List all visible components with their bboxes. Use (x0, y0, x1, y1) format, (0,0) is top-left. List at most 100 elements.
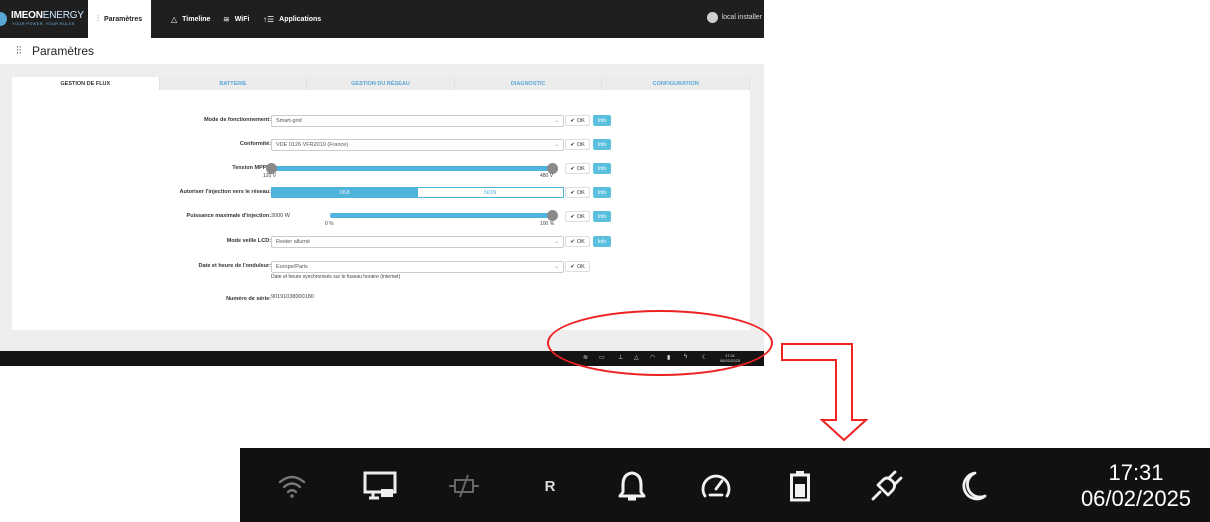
row-conformite: Conformité: VDE 0126 VFR2019 (France) ⌄ ✔… (12, 139, 750, 153)
nav-tab-label: Paramètres (104, 15, 143, 23)
check-icon: ✔ (570, 213, 575, 220)
ok-button[interactable]: ✔ OK (565, 163, 590, 174)
info-button[interactable]: Info (593, 115, 611, 126)
timezone-select[interactable]: Europe/Paris ⌄ (271, 261, 564, 273)
nav-tab-applications[interactable]: ↑☰ Applications (263, 0, 321, 38)
puissance-slider-track[interactable] (330, 213, 552, 218)
avatar (706, 12, 718, 23)
bell-icon: △ (171, 14, 178, 24)
injection-non-button[interactable]: NON (417, 188, 563, 197)
logo-mark-icon (0, 12, 7, 26)
info-label: Info (597, 189, 607, 196)
tab-diagnostic[interactable]: DIAGNOSTIC (454, 77, 603, 90)
select-value: Rester allumé (276, 239, 310, 245)
tab-batterie[interactable]: BATTERIE (159, 77, 308, 90)
apps-icon: ↑☰ (263, 14, 275, 24)
logo-name: IMEON (11, 10, 43, 21)
mode-select[interactable]: Smart-grid ⌄ (271, 115, 564, 127)
field-label: Date et heure de l'onduleur: (198, 263, 271, 269)
nav-tab-parametres[interactable]: ⫶ Paramètres (88, 0, 152, 38)
info-label: Info (597, 141, 607, 148)
ok-label: OK (576, 165, 585, 172)
tab-gestion-de-flux[interactable]: GESTION DE FLUX (12, 77, 160, 90)
select-value: VDE 0126 VFR2019 (France) (276, 142, 349, 148)
nav-tab-timeline[interactable]: △ Timeline (171, 0, 210, 38)
settings-tabs: GESTION DE FLUX BATTERIE GESTION DU RÉSE… (12, 77, 750, 90)
nav-tab-wifi[interactable]: ≋ WiFi (223, 0, 249, 38)
info-button[interactable]: Info (593, 187, 611, 198)
field-label: Conformité: (239, 141, 271, 147)
highlight-ellipse (547, 310, 773, 376)
field-label: Autoriser l'injection vers le réseau: (179, 189, 271, 195)
ok-label: OK (576, 238, 585, 245)
ok-button[interactable]: ✔ OK (565, 187, 590, 198)
sliders-icon: ⫶ (97, 14, 99, 23)
select-value: Smart-grid (276, 118, 302, 124)
ok-button[interactable]: ✔ OK (565, 211, 590, 222)
info-button[interactable]: Info (593, 236, 611, 247)
injection-oui-button[interactable]: OUI (272, 188, 418, 197)
check-icon: ✔ (570, 117, 575, 124)
clock-time: 17:31 (1108, 460, 1164, 485)
mppt-slider-track[interactable] (271, 166, 551, 171)
clock-date: 06/02/2025 (1080, 486, 1192, 511)
row-date: Date et heure de l'onduleur: Europe/Pari… (12, 261, 750, 280)
info-button[interactable]: Info (593, 139, 611, 150)
chevron-down-icon: ⌄ (553, 142, 559, 148)
conformite-select[interactable]: VDE 0126 VFR2019 (France) ⌄ (271, 139, 564, 151)
plug-icon (866, 470, 906, 502)
settings-panel: Mode de fonctionnement: Smart-grid ⌄ ✔ OK … (12, 90, 750, 330)
moon-icon (952, 470, 992, 502)
gauge-icon (696, 470, 736, 502)
page-header: ⫶⫶ Paramètres (0, 38, 764, 64)
taskbar-clock: 17:31 06/02/2025 (1066, 460, 1206, 512)
puissance-max-label: 100 % (540, 221, 555, 227)
ok-button[interactable]: ✔ OK (565, 236, 590, 247)
row-mppt: Tension MPPT: 120 V 480 V ✔ OK Info (12, 163, 750, 179)
monitor-icon (360, 470, 400, 502)
puissance-value: 3000 W (271, 213, 290, 219)
info-button[interactable]: Info (593, 163, 611, 174)
serial-number: 90191038000180 (271, 294, 314, 300)
lcd-select[interactable]: Rester allumé ⌄ (271, 236, 564, 248)
user-menu[interactable]: local installer (706, 12, 762, 23)
puissance-min-label: 0 % (325, 221, 334, 227)
relay-icon (444, 470, 484, 502)
wifi-icon (272, 470, 312, 502)
device-taskbar-zoomed: R 17:31 06/02/2025 (240, 448, 1210, 522)
ok-label: OK (576, 117, 585, 124)
info-label: Info (597, 238, 607, 245)
chevron-down-icon: ⌄ (553, 264, 559, 270)
row-puissance: Puissance maximale d'injection: 3000 W 0… (12, 210, 750, 227)
injection-toggle: OUI NON (271, 187, 564, 198)
date-note: Date et heure synchronisés sur le fuseau… (271, 274, 401, 280)
ok-button[interactable]: ✔ OK (565, 139, 590, 150)
logo-tagline: YOUR POWER, YOUR RULES (12, 21, 75, 26)
chevron-down-icon: ⌄ (553, 239, 559, 245)
row-serie: Numéro de série: 90191038000180 (12, 294, 750, 308)
r-icon: R (530, 470, 570, 502)
info-button[interactable]: Info (593, 211, 611, 222)
check-icon: ✔ (570, 141, 575, 148)
check-icon: ✔ (570, 238, 575, 245)
tab-configuration[interactable]: CONFIGURATION (602, 77, 750, 90)
ok-label: OK (576, 189, 585, 196)
tab-gestion-du-reseau[interactable]: GESTION DU RÉSEAU (307, 77, 455, 90)
row-mode: Mode de fonctionnement: Smart-grid ⌄ ✔ OK … (12, 115, 750, 129)
ok-label: OK (576, 141, 585, 148)
field-label: Numéro de série: (226, 296, 271, 302)
ok-button[interactable]: ✔ OK (565, 115, 590, 126)
top-navbar: IMEONENERGY YOUR POWER, YOUR RULES ⫶ Par… (0, 0, 764, 38)
check-icon: ✔ (570, 165, 575, 172)
sliders-icon: ⫶⫶ (16, 45, 22, 57)
battery-icon (780, 470, 820, 502)
ok-label: OK (576, 213, 585, 220)
puissance-slider-handle[interactable] (547, 210, 558, 221)
select-value: Europe/Paris (276, 264, 308, 270)
wifi-icon: ≋ (223, 14, 230, 24)
ok-button[interactable]: ✔ OK (565, 261, 590, 272)
nav-tab-label: WiFi (234, 15, 250, 23)
info-label: Info (597, 213, 607, 220)
info-label: Info (597, 165, 607, 172)
nav-tab-label: Timeline (182, 15, 211, 23)
